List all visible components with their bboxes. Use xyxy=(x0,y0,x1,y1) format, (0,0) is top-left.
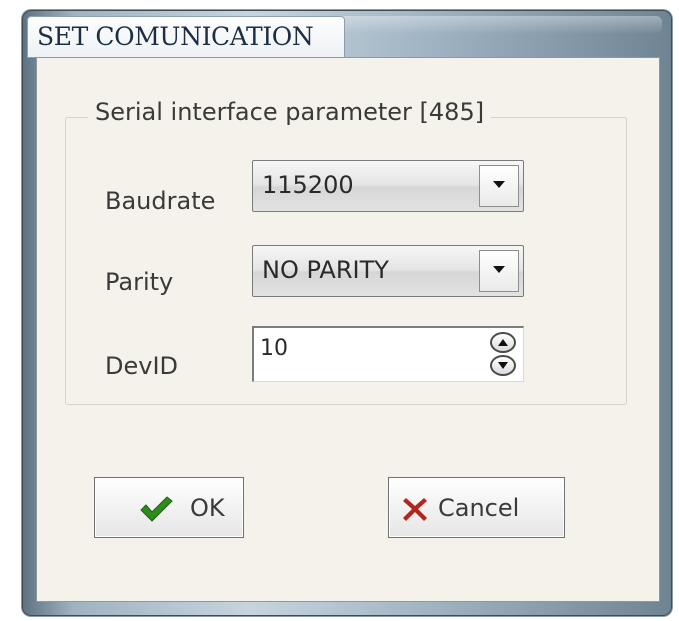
chevron-down-icon xyxy=(493,266,505,273)
groupbox-title: Serial interface parameter [485] xyxy=(88,98,492,126)
chevron-up-icon xyxy=(498,339,508,346)
devid-spin-buttons xyxy=(490,330,518,378)
spin-up-button[interactable] xyxy=(490,332,516,353)
baudrate-select[interactable]: 115200 xyxy=(252,160,524,212)
ok-label: OK xyxy=(190,494,225,522)
ok-button[interactable]: OK xyxy=(94,477,244,538)
devid-label: DevID xyxy=(105,352,179,380)
cancel-label: Cancel xyxy=(438,494,520,522)
chevron-down-icon xyxy=(498,362,508,369)
cancel-button[interactable]: Cancel xyxy=(388,477,565,538)
x-icon xyxy=(403,498,427,521)
parity-value: NO PARITY xyxy=(262,256,389,284)
baudrate-dropdown-button[interactable] xyxy=(479,165,519,207)
parity-select[interactable]: NO PARITY xyxy=(252,245,524,297)
baudrate-label: Baudrate xyxy=(105,187,216,215)
devid-spinbox[interactable]: 10 xyxy=(252,326,524,382)
checkmark-icon xyxy=(140,496,173,522)
window-title: SET COMUNICATION xyxy=(37,22,314,51)
baudrate-value: 115200 xyxy=(262,171,354,199)
parity-label: Parity xyxy=(105,268,174,296)
chevron-down-icon xyxy=(493,181,505,188)
parity-dropdown-button[interactable] xyxy=(479,250,519,292)
devid-value: 10 xyxy=(260,336,288,361)
spin-down-button[interactable] xyxy=(490,355,516,376)
